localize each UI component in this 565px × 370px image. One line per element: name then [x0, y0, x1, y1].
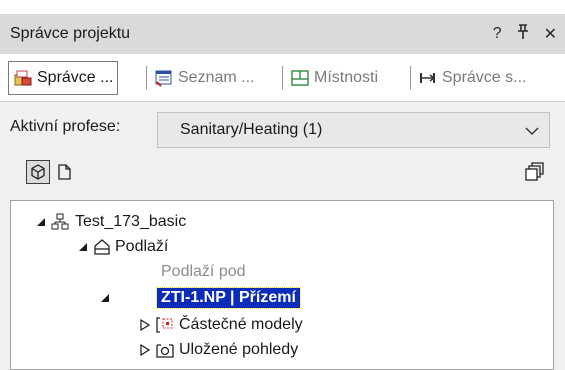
- title-controls: ? ✕: [493, 14, 557, 54]
- tab-label: Správce ...: [37, 69, 114, 86]
- tree-node-floor-under[interactable]: Podlaží pod: [161, 261, 246, 283]
- profession-label: Aktivní profese:: [10, 118, 121, 135]
- tree-node-selected-floor[interactable]: ZTI-1.NP | Přízemí: [99, 287, 301, 309]
- view-toolbar: [0, 154, 565, 200]
- tab-label: Seznam ...: [178, 69, 255, 86]
- collapse-triangle-icon: [101, 294, 109, 302]
- tree-node-label: Podlaží pod: [161, 263, 246, 280]
- stacked-windows-icon: [525, 162, 544, 181]
- connection-manager-icon: [420, 73, 436, 83]
- collapse-triangle-icon: [37, 218, 45, 226]
- chevron-down-icon: [525, 127, 539, 135]
- rooms-icon: [291, 70, 309, 86]
- profession-select[interactable]: Sanitary/Heating (1): [157, 112, 550, 148]
- view-3d-button[interactable]: [26, 160, 50, 184]
- pin-button[interactable]: [516, 23, 530, 45]
- list-icon: [155, 70, 172, 87]
- tree-node-label: Podlaží: [115, 238, 169, 255]
- tab-list[interactable]: Seznam ...: [150, 61, 258, 95]
- tab-bar: Správce ... Seznam ... Místnosti Správce…: [0, 54, 565, 102]
- tree-node-partial-models[interactable]: Částečné modely: [139, 314, 303, 336]
- document-icon: [58, 164, 71, 180]
- project-tree: Test_173_basic Podlaží Podlaží pod ZTI-1…: [10, 200, 554, 370]
- tree-node-label: ZTI-1.NP | Přízemí: [156, 287, 301, 309]
- tab-separator: [282, 66, 283, 90]
- tab-separator: [146, 66, 147, 90]
- partial-models-icon: [156, 317, 173, 333]
- panel-title-bar: Správce projektu ? ✕: [0, 14, 565, 54]
- view-2d-button[interactable]: [52, 160, 76, 184]
- windows-button[interactable]: [522, 160, 546, 184]
- tab-rooms[interactable]: Místnosti: [286, 61, 382, 95]
- expand-triangle-icon: [140, 344, 151, 356]
- tab-label: Místnosti: [314, 69, 379, 86]
- hierarchy-icon: [51, 213, 69, 230]
- project-manager-icon: [14, 70, 32, 86]
- tab-project-manager[interactable]: Správce ...: [8, 61, 119, 95]
- top-strip: [0, 0, 565, 14]
- tree-node-label: Test_173_basic: [75, 213, 187, 230]
- help-button[interactable]: ?: [493, 25, 502, 43]
- pin-icon: [517, 23, 528, 39]
- expand-triangle-icon: [140, 319, 151, 331]
- profession-row: Aktivní profese: Sanitary/Heating (1): [0, 102, 565, 154]
- tab-connection-manager[interactable]: Správce s...: [414, 61, 530, 95]
- collapse-triangle-icon: [79, 243, 87, 251]
- camera-icon: [156, 344, 174, 358]
- tree-node-saved-views[interactable]: Uložené pohledy: [139, 339, 298, 361]
- tree-node-floors[interactable]: Podlaží: [77, 236, 168, 258]
- cube-icon: [31, 164, 45, 180]
- building-icon: [94, 239, 110, 255]
- close-button[interactable]: ✕: [544, 24, 557, 44]
- tab-separator: [410, 66, 411, 90]
- tab-label: Správce s...: [442, 69, 527, 86]
- profession-selected-value: Sanitary/Heating (1): [180, 121, 323, 138]
- panel-title: Správce projektu: [10, 25, 131, 42]
- tree-node-label: Částečné modely: [179, 316, 303, 333]
- tree-node-root[interactable]: Test_173_basic: [35, 211, 186, 233]
- tree-node-label: Uložené pohledy: [179, 341, 299, 358]
